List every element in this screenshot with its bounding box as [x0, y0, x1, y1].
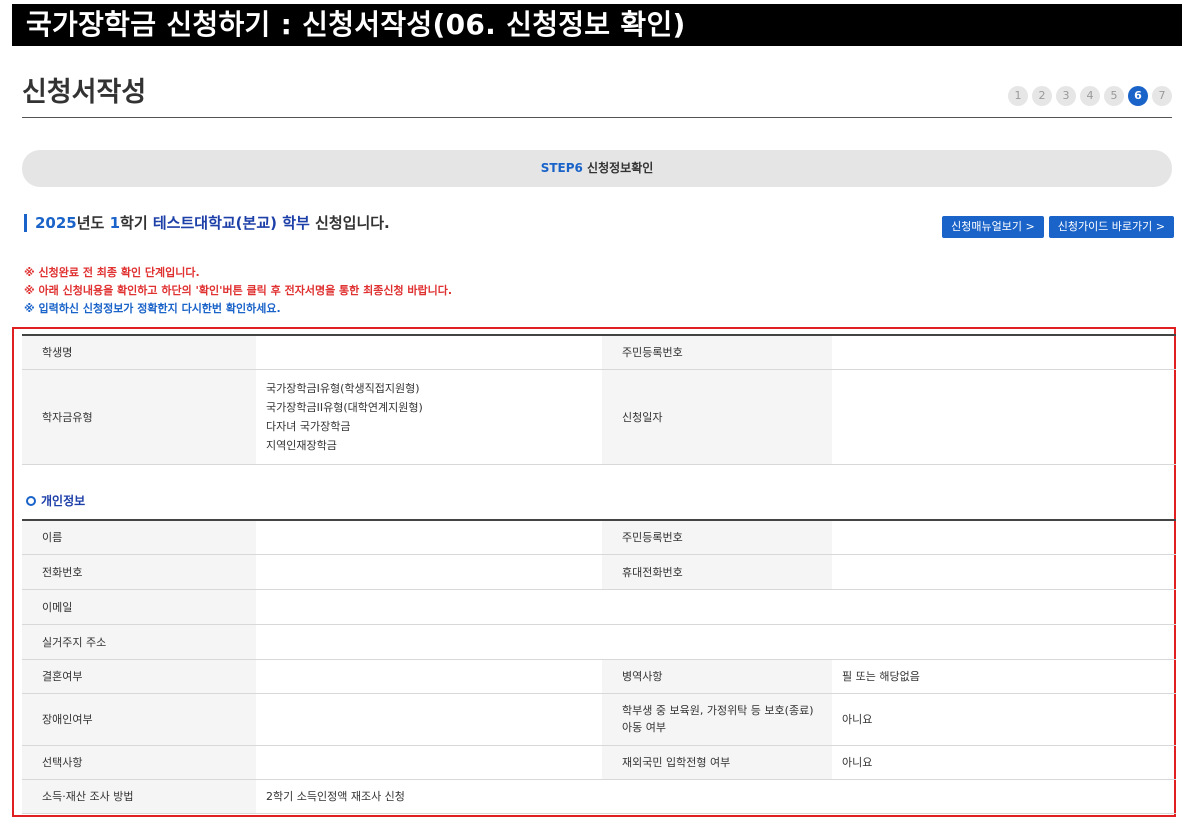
optional-value [256, 745, 602, 780]
personal-info-title: 개인정보 [41, 494, 86, 508]
summary-semester: 1 [109, 214, 121, 232]
scholarship-type-1: 국가장학금I유형(학생직접지원형) [266, 381, 420, 395]
disabled-value [256, 693, 602, 746]
step-3: 3 [1056, 86, 1076, 106]
notice-3: ※ 입력하신 신청정보가 정확한지 다시한번 확인하세요. [24, 302, 281, 315]
step-banner-label: 신청정보확인 [587, 161, 654, 175]
help-buttons: 신청매뉴얼보기 > 신청가이드 바로가기 > [942, 216, 1174, 238]
step-4: 4 [1080, 86, 1100, 106]
scholarship-type-4: 지역인재장학금 [266, 438, 337, 452]
table-row: 학생명 주민등록번호 [22, 335, 1176, 370]
address-value [256, 624, 1176, 660]
manual-button[interactable]: 신청매뉴얼보기 > [942, 216, 1044, 238]
table-row: 실거주지 주소 [22, 624, 1176, 660]
phone-value [256, 554, 602, 590]
notice-1: ※ 신청완료 전 최종 확인 단계입니다. [24, 266, 200, 279]
overseas-label: 재외국민 입학전형 여부 [602, 745, 832, 780]
mobile-value [832, 554, 1176, 590]
name-label: 이름 [22, 520, 256, 555]
step-7: 7 [1152, 86, 1172, 106]
foster-value: 아니요 [832, 693, 1176, 746]
step-6-current: 6 [1128, 86, 1148, 106]
personal-info-heading: 개인정보 [26, 492, 85, 509]
circle-bullet-icon [26, 495, 36, 506]
income-value: 2학기 소득인정액 재조사 신청 [256, 779, 1176, 814]
notice-2: ※ 아래 신청내용을 확인하고 하단의 '확인'버튼 클릭 후 전자서명을 통한… [24, 284, 453, 297]
scholarship-type-2: 국가장학금II유형(대학연계지원형) [266, 400, 423, 414]
overseas-value: 아니요 [832, 745, 1176, 780]
table-row: 이메일 [22, 589, 1176, 625]
personal-rrn-label: 주민등록번호 [602, 520, 832, 555]
email-label: 이메일 [22, 589, 256, 625]
application-summary: 2025년도 1학기 테스트대학교(본교) 학부 신청입니다. [24, 214, 390, 232]
summary-year: 2025 [35, 214, 77, 232]
name-value [256, 520, 602, 555]
notice-list: ※ 신청완료 전 최종 확인 단계입니다. ※ 아래 신청내용을 확인하고 하단… [24, 264, 452, 318]
personal-rrn-value [832, 520, 1176, 555]
married-label: 결혼여부 [22, 659, 256, 694]
step-indicator: 1 2 3 4 5 6 7 [1008, 86, 1172, 106]
disabled-label: 장애인여부 [22, 693, 256, 746]
foster-label: 학부생 중 보육원, 가정위탁 등 보호(종료)아동 여부 [602, 693, 832, 746]
scholarship-table: 학생명 주민등록번호 학자금유형 국가장학금I유형(학생직접지원형) 국가장학금… [22, 334, 1176, 465]
student-name-label: 학생명 [22, 335, 256, 370]
table-row: 장애인여부 학부생 중 보육원, 가정위탁 등 보호(종료)아동 여부 아니요 [22, 693, 1176, 746]
step-1: 1 [1008, 86, 1028, 106]
apply-date-value [832, 369, 1176, 465]
student-name-value [256, 335, 602, 370]
mobile-label: 휴대전화번호 [602, 554, 832, 590]
phone-label: 전화번호 [22, 554, 256, 590]
summary-suffix: 신청입니다. [315, 214, 390, 232]
apply-date-label: 신청일자 [602, 369, 832, 465]
personal-info-table: 이름 주민등록번호 전화번호 휴대전화번호 이메일 실거주지 주소 결혼여부 병… [22, 519, 1176, 814]
table-row: 결혼여부 병역사항 필 또는 해당없음 [22, 659, 1176, 694]
scholarship-type-label: 학자금유형 [22, 369, 256, 465]
step-5: 5 [1104, 86, 1124, 106]
table-row: 학자금유형 국가장학금I유형(학생직접지원형) 국가장학금II유형(대학연계지원… [22, 369, 1176, 465]
step-2: 2 [1032, 86, 1052, 106]
military-label: 병역사항 [602, 659, 832, 694]
application-info-box: 학생명 주민등록번호 학자금유형 국가장학금I유형(학생직접지원형) 국가장학금… [12, 327, 1176, 817]
table-row: 전화번호 휴대전화번호 [22, 554, 1176, 590]
scholarship-type-3: 다자녀 국가장학금 [266, 419, 351, 433]
step-banner-step: STEP6 [540, 161, 583, 175]
address-label: 실거주지 주소 [22, 624, 256, 660]
table-row: 이름 주민등록번호 [22, 520, 1176, 555]
step-banner: STEP6 신청정보확인 [22, 150, 1172, 187]
guide-button[interactable]: 신청가이드 바로가기 > [1048, 216, 1174, 238]
rrn-value [832, 335, 1176, 370]
military-value: 필 또는 해당없음 [832, 659, 1176, 694]
table-row: 선택사항 재외국민 입학전형 여부 아니요 [22, 745, 1176, 780]
table-row: 소득·재산 조사 방법 2학기 소득인정액 재조사 신청 [22, 779, 1176, 814]
summary-school: 테스트대학교(본교) 학부 [152, 214, 310, 232]
summary-year-suffix: 년도 [76, 214, 105, 232]
email-value [256, 589, 1176, 625]
optional-label: 선택사항 [22, 745, 256, 780]
title-divider [22, 117, 1172, 118]
rrn-label: 주민등록번호 [602, 335, 832, 370]
scholarship-type-list: 국가장학금I유형(학생직접지원형) 국가장학금II유형(대학연계지원형) 다자녀… [256, 369, 602, 465]
page-header-title: 국가장학금 신청하기 : 신청서작성(06. 신청정보 확인) [12, 4, 1182, 46]
married-value [256, 659, 602, 694]
income-label: 소득·재산 조사 방법 [22, 779, 256, 814]
summary-semester-suffix: 학기 [120, 214, 148, 232]
page-title: 신청서작성 [22, 77, 147, 108]
